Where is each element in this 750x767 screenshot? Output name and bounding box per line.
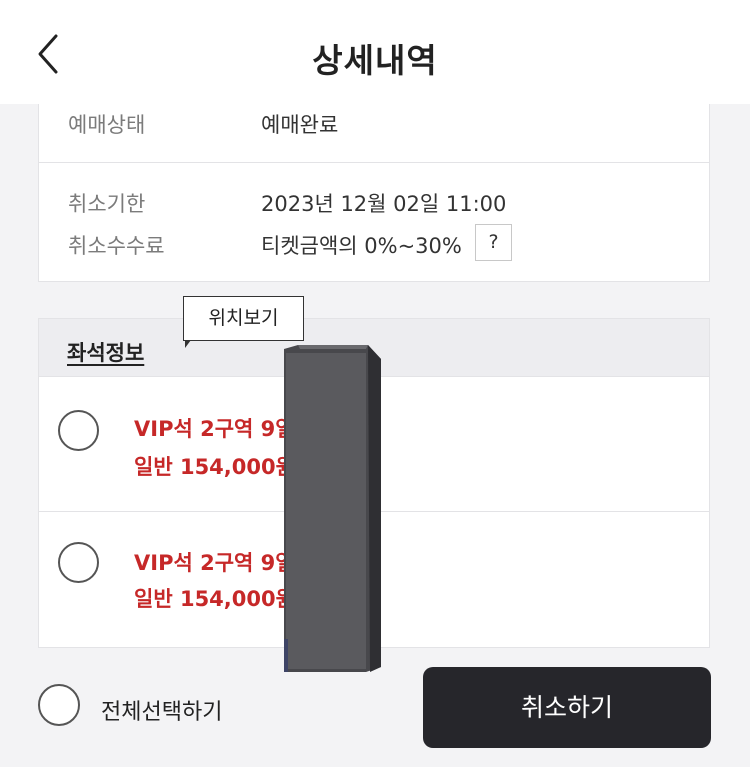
seat-name: VIP석 2구역 9열 <box>134 417 295 441</box>
seat-radio-button[interactable] <box>58 410 99 451</box>
select-all-label[interactable]: 전체선택하기 <box>101 694 222 726</box>
seat-price: 일반 154,000원 <box>134 455 295 479</box>
seat-radio-button[interactable] <box>58 542 99 583</box>
cancel-deadline-value: 2023년 12월 02일 11:00 <box>261 192 507 216</box>
seat-price: 일반 154,000원 <box>134 587 295 611</box>
redaction-block <box>284 345 381 672</box>
cancel-deadline-label: 취소기한 <box>68 192 146 216</box>
tooltip-tail <box>185 340 191 348</box>
view-location-tooltip[interactable]: 위치보기 <box>183 296 304 341</box>
booking-info-card: 예매상태 예매완료 취소기한 2023년 12월 02일 11:00 취소수수료… <box>38 104 710 282</box>
cancel-fee-value: 티켓금액의 0%~30% <box>261 234 462 258</box>
status-value: 예매완료 <box>261 113 339 137</box>
seat-name: VIP석 2구역 9열 <box>134 551 295 575</box>
cancel-button[interactable]: 취소하기 <box>423 667 711 748</box>
divider <box>39 162 709 163</box>
page-title: 상세내역 <box>312 41 438 80</box>
seat-info-title[interactable]: 좌석정보 <box>67 337 144 367</box>
select-all-radio[interactable] <box>38 684 80 726</box>
fee-help-button[interactable]: ? <box>475 224 512 261</box>
top-header: 상세내역 <box>0 0 750 104</box>
cancel-fee-label: 취소수수료 <box>68 234 165 258</box>
status-label: 예매상태 <box>68 113 146 137</box>
